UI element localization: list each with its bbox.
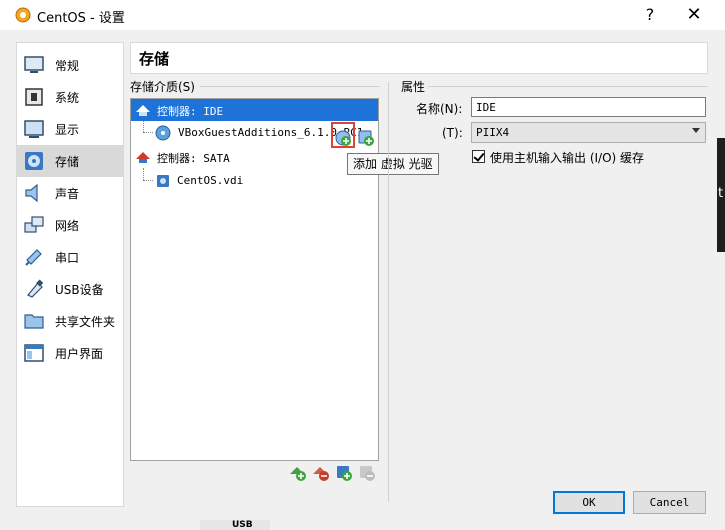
sidebar-item-user-interface[interactable]: 用户界面 [17,337,123,369]
name-field[interactable]: IDE [471,97,706,117]
type-select[interactable]: PIIX4 [471,122,706,143]
sidebar-item-serial-port[interactable]: 串口 [17,241,123,273]
sidebar-item-audio[interactable]: 声音 [17,177,123,209]
close-button[interactable]: ✕ [671,0,717,30]
background-text: t [718,186,724,201]
add-controller-icon[interactable] [289,464,307,482]
sidebar-item-label: 串口 [55,251,80,265]
sidebar-item-shared-folders[interactable]: 共享文件夹 [17,305,123,337]
storage-icon [25,152,43,170]
tree-item-sata-controller[interactable]: 控制器: SATA [131,146,378,168]
add-hard-disk-icon[interactable] [357,129,375,147]
tree-connector [143,121,144,132]
sidebar-item-system[interactable]: 系统 [17,81,123,113]
add-attachment-icon[interactable] [335,464,353,482]
chevron-down-icon [692,128,700,133]
general-icon [24,56,44,73]
sidebar-item-network[interactable]: 网络 [17,209,123,241]
vertical-separator [388,82,389,502]
title-bar: CentOS - 设置 ? ✕ [0,0,725,30]
use-host-io-checkbox[interactable] [472,150,485,163]
checkmark-icon [473,150,485,162]
network-icon [24,216,44,233]
page-title: 存储 [139,50,170,68]
sidebar-item-general[interactable]: 常规 [17,49,123,81]
virtualbox-logo-icon [15,7,31,23]
tree-connector [143,180,153,181]
sidebar-item-label: 用户界面 [55,347,104,361]
tooltip: 添加 虚拟 光驱 [347,153,439,175]
tree-item-label: CentOS.vdi [177,174,244,187]
sidebar-item-usb[interactable]: USB设备 [17,273,123,305]
sidebar-item-label: 声音 [55,187,80,201]
system-icon [25,88,43,106]
sidebar-item-label: 常规 [55,59,80,73]
shared-folder-icon [24,314,44,329]
audio-icon [25,183,38,203]
serial-port-icon [25,249,42,266]
type-label: (T): [442,126,463,140]
type-select-value: PIIX4 [476,126,510,139]
tree-item-ide-controller[interactable]: 控制器: IDE [131,99,378,121]
tree-item-label: 控制器: IDE [157,105,224,118]
cancel-button[interactable]: Cancel [633,491,706,514]
background-strip-text: USB [232,520,253,530]
settings-dialog: 常规 系统 显示 存储 声音 网络 串口 USB设备 共享文件夹 用户界面 存储… [0,30,725,530]
sidebar-item-label: USB设备 [55,283,104,297]
optical-disc-icon [155,125,171,141]
storage-media-label: 存储介质(S) [130,80,195,94]
ide-controller-icon [136,105,150,116]
display-icon [24,120,44,138]
tree-connector [143,132,153,133]
sidebar-item-storage[interactable]: 存储 [17,145,123,177]
sidebar-item-label: 共享文件夹 [55,315,116,329]
window-title: CentOS - 设置 [37,11,125,26]
remove-controller-icon[interactable] [312,464,330,482]
hard-disk-icon [157,175,169,187]
user-interface-icon [24,344,44,362]
storage-tree[interactable]: 控制器: IDE VBoxGuestAdditions_6.1.0_RC1 控制… [130,98,379,461]
help-button[interactable]: ? [627,0,673,30]
use-host-io-label: 使用主机输入输出 (I/O) 缓存 [490,151,645,165]
sidebar-item-label: 网络 [55,219,80,233]
name-label: 名称(N): [416,102,463,116]
sidebar-item-label: 显示 [55,123,80,137]
sidebar-item-label: 存储 [55,155,80,169]
tree-item-label: 控制器: SATA [157,152,230,165]
sata-controller-icon [136,152,150,163]
highlight-box [331,122,355,148]
section-divider [428,86,708,87]
sidebar-item-display[interactable]: 显示 [17,113,123,145]
page-header: 存储 [130,42,708,74]
ok-button[interactable]: OK [553,491,625,514]
background-strip: USB [200,520,270,530]
sidebar-item-label: 系统 [55,91,80,105]
usb-icon [27,279,44,298]
settings-sidebar: 常规 系统 显示 存储 声音 网络 串口 USB设备 共享文件夹 用户界面 [16,42,124,507]
remove-attachment-icon[interactable] [358,464,376,482]
attributes-section-label: 属性 [401,80,426,94]
tree-connector [143,168,144,180]
tree-item-hard-disk[interactable]: CentOS.vdi [131,170,378,192]
section-divider [200,86,380,87]
